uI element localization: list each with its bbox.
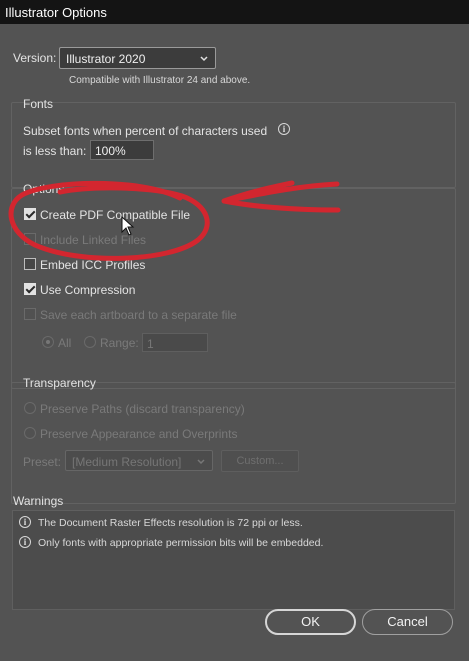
version-compat-note: Compatible with Illustrator 24 and above… <box>69 75 251 86</box>
warnings-box: i The Document Raster Effects resolution… <box>12 510 455 610</box>
preset-select[interactable]: [Medium Resolution] <box>65 450 213 471</box>
save-artboards-label[interactable]: Save each artboard to a separate file <box>40 308 237 322</box>
preserve-appearance-radio[interactable] <box>24 427 36 439</box>
artboards-all-radio[interactable] <box>42 336 54 348</box>
preserve-paths-radio[interactable] <box>24 402 36 414</box>
create-pdf-compatible-checkbox[interactable] <box>24 208 36 220</box>
title-bar: Illustrator Options <box>0 0 469 24</box>
artboards-all-label[interactable]: All <box>58 336 71 350</box>
preserve-paths-label[interactable]: Preserve Paths (discard transparency) <box>40 402 245 416</box>
chevron-down-icon <box>197 459 205 465</box>
info-icon: i <box>19 516 31 528</box>
info-icon[interactable]: i <box>278 123 290 135</box>
use-compression-label[interactable]: Use Compression <box>40 283 135 297</box>
subset-percent-value: 100% <box>95 144 126 158</box>
options-heading: Options <box>23 182 65 196</box>
preset-label: Preset: <box>23 455 62 469</box>
version-label: Version: <box>13 51 57 65</box>
subset-percent-input[interactable]: 100% <box>90 140 154 160</box>
custom-button[interactable]: Custom... <box>221 450 299 472</box>
save-artboards-checkbox[interactable] <box>24 308 36 320</box>
transparency-heading: Transparency <box>23 376 96 390</box>
transparency-group <box>11 382 456 504</box>
use-compression-checkbox[interactable] <box>24 283 36 295</box>
subset-fonts-text: Subset fonts when percent of characters … <box>23 124 268 138</box>
version-select-value: Illustrator 2020 <box>66 52 146 66</box>
warning-item: The Document Raster Effects resolution i… <box>38 517 303 529</box>
subset-less-than-label: is less than: <box>23 144 87 158</box>
illustrator-options-dialog: Version: Illustrator 2020 Compatible wit… <box>0 24 469 661</box>
fonts-heading: Fonts <box>23 97 54 111</box>
artboards-range-radio[interactable] <box>84 336 96 348</box>
mouse-pointer-icon <box>121 216 135 236</box>
embed-icc-profiles-label[interactable]: Embed ICC Profiles <box>40 258 145 272</box>
warnings-heading: Warnings <box>13 494 64 508</box>
artboards-range-input[interactable]: 1 <box>142 333 208 352</box>
artboards-range-label[interactable]: Range: <box>100 336 139 350</box>
chevron-down-icon <box>200 56 208 62</box>
include-linked-files-checkbox[interactable] <box>24 233 36 245</box>
embed-icc-profiles-checkbox[interactable] <box>24 258 36 270</box>
info-icon: i <box>19 536 31 548</box>
preset-select-value: [Medium Resolution] <box>72 455 182 469</box>
preserve-appearance-label[interactable]: Preserve Appearance and Overprints <box>40 427 237 441</box>
window-title: Illustrator Options <box>5 5 107 20</box>
ok-button[interactable]: OK <box>265 609 356 635</box>
create-pdf-compatible-label[interactable]: Create PDF Compatible File <box>40 208 190 222</box>
cancel-button[interactable]: Cancel <box>362 609 453 635</box>
warning-item: Only fonts with appropriate permission b… <box>38 537 324 549</box>
version-select[interactable]: Illustrator 2020 <box>59 47 216 69</box>
artboards-range-value: 1 <box>147 337 154 351</box>
